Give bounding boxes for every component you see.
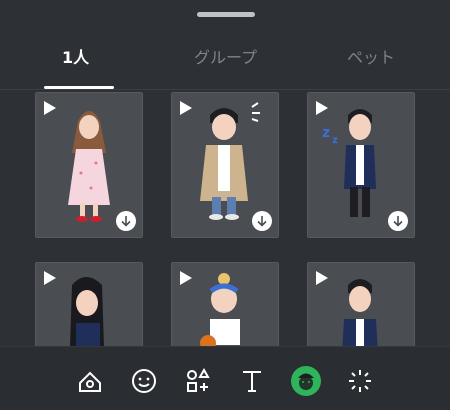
smiley-icon[interactable] [130, 367, 158, 395]
avatar-icon[interactable] [290, 365, 322, 397]
play-icon[interactable] [316, 271, 328, 285]
play-icon[interactable] [180, 101, 192, 115]
tab-group[interactable]: グループ [194, 44, 257, 68]
play-icon[interactable] [44, 101, 56, 115]
tab-pet[interactable]: ペット [347, 44, 395, 68]
download-icon[interactable] [252, 211, 272, 231]
sticker-card[interactable] [35, 92, 143, 238]
download-icon[interactable] [388, 211, 408, 231]
sticker-card[interactable] [307, 262, 415, 346]
bottom-toolbar [0, 346, 450, 410]
sparkle-icon[interactable] [346, 367, 374, 395]
sticker-card[interactable]: z z [307, 92, 415, 238]
download-icon[interactable] [116, 211, 136, 231]
sticker-card[interactable] [171, 92, 279, 238]
avatar-sticker-sheet: 1人 グループ ペット z z [0, 0, 450, 410]
shapes-plus-icon[interactable] [184, 367, 212, 395]
sticker-card[interactable] [171, 262, 279, 346]
play-icon[interactable] [316, 101, 328, 115]
category-tabs: 1人 グループ ペット [0, 40, 450, 74]
drag-handle[interactable] [197, 12, 255, 17]
play-icon[interactable] [180, 271, 192, 285]
image-shapes-icon[interactable] [76, 367, 104, 395]
play-icon[interactable] [44, 271, 56, 285]
tab-single[interactable]: 1人 [62, 44, 89, 68]
sticker-grid: z z [0, 92, 450, 346]
tabs-divider [0, 89, 450, 90]
text-icon[interactable] [238, 367, 266, 395]
svg-text:z: z [332, 135, 338, 146]
sticker-card[interactable] [35, 262, 143, 346]
svg-text:z: z [322, 125, 330, 141]
